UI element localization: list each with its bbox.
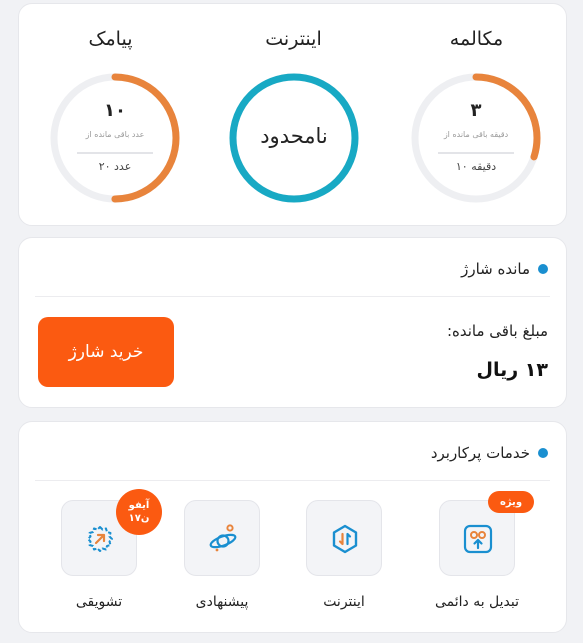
special-badge: ویژه [488,491,534,513]
usage-sms[interactable]: پیامک ۱۰ عدد باقی مانده از ۲۰ عدد [19,4,202,227]
sim-upgrade-icon [463,524,493,554]
service-tile[interactable] [306,500,382,576]
services-divider [35,480,550,481]
bullet-dot-icon [538,264,548,274]
call-ring: ۳ دقیقه باقی مانده از ۱۰ دقیقه [410,72,542,204]
charge-header: مانده شارژ [461,260,548,278]
reward-icon [87,526,113,552]
service-label: تبدیل به دائمی [434,594,520,610]
service-tile[interactable]: ویژه [439,491,534,576]
internet-hex-icon [332,524,358,554]
sms-divider [77,152,153,154]
call-total: ۱۰ دقیقه [455,160,497,173]
call-divider [438,152,514,154]
service-label: پیشنهادی [195,594,249,610]
service-tile[interactable] [184,500,260,576]
call-title: مکالمه [449,28,504,50]
sms-ring: ۱۰ عدد باقی مانده از ۲۰ عدد [49,72,181,204]
sms-total: ۲۰ عدد [98,160,132,173]
charge-amount: ۱۳ ریال [476,359,548,381]
service-convert-permanent[interactable]: ویژه تبدیل به دائمی [427,491,534,610]
sms-remaining-label: عدد باقی مانده از [85,130,145,139]
buy-charge-button[interactable]: خرید شارژ [38,317,174,387]
charge-remaining-label: مبلغ باقی مانده: [446,322,548,340]
call-remaining-label: دقیقه باقی مانده از [443,130,509,139]
internet-unlimited: نامحدود [260,124,328,148]
usage-call[interactable]: مکالمه ۳ دقیقه باقی مانده از ۱۰ دقیقه [385,4,568,227]
usage-internet[interactable]: اینترنت نامحدود [202,4,385,227]
service-suggested[interactable]: پیشنهادی [172,500,272,610]
reward-badge-line1: آیفو [128,500,150,511]
call-remaining: ۳ [470,100,482,121]
usage-card: پیامک ۱۰ عدد باقی مانده از ۲۰ عدد اینترن… [18,3,567,226]
service-label: اینترنت [323,594,365,610]
charge-card: مانده شارژ مبلغ باقی مانده: ۱۳ ریال خرید… [18,237,567,408]
internet-title: اینترنت [265,28,322,50]
services-title: خدمات پرکاربرد [430,444,530,462]
service-reward[interactable]: آیفو ۱۷ن تشویقی [49,489,162,610]
service-tile[interactable]: آیفو ۱۷ن [61,489,162,576]
reward-badge: آیفو ۱۷ن [116,489,162,535]
services-header: خدمات پرکاربرد [431,444,548,462]
service-internet[interactable]: اینترنت [294,500,394,610]
sms-title: پیامک [88,28,133,50]
sms-remaining: ۱۰ [104,100,126,121]
internet-ring: نامحدود [228,72,360,204]
charge-title: مانده شارژ [461,260,530,278]
service-label: تشویقی [75,594,123,610]
charge-divider [35,296,550,297]
services-card: خدمات پرکاربرد ویژه تبدیل به دائمی اینتر… [18,421,567,633]
planet-icon [209,524,237,552]
bullet-dot-icon [538,448,548,458]
reward-badge-line2: ۱۷ن [128,513,150,524]
